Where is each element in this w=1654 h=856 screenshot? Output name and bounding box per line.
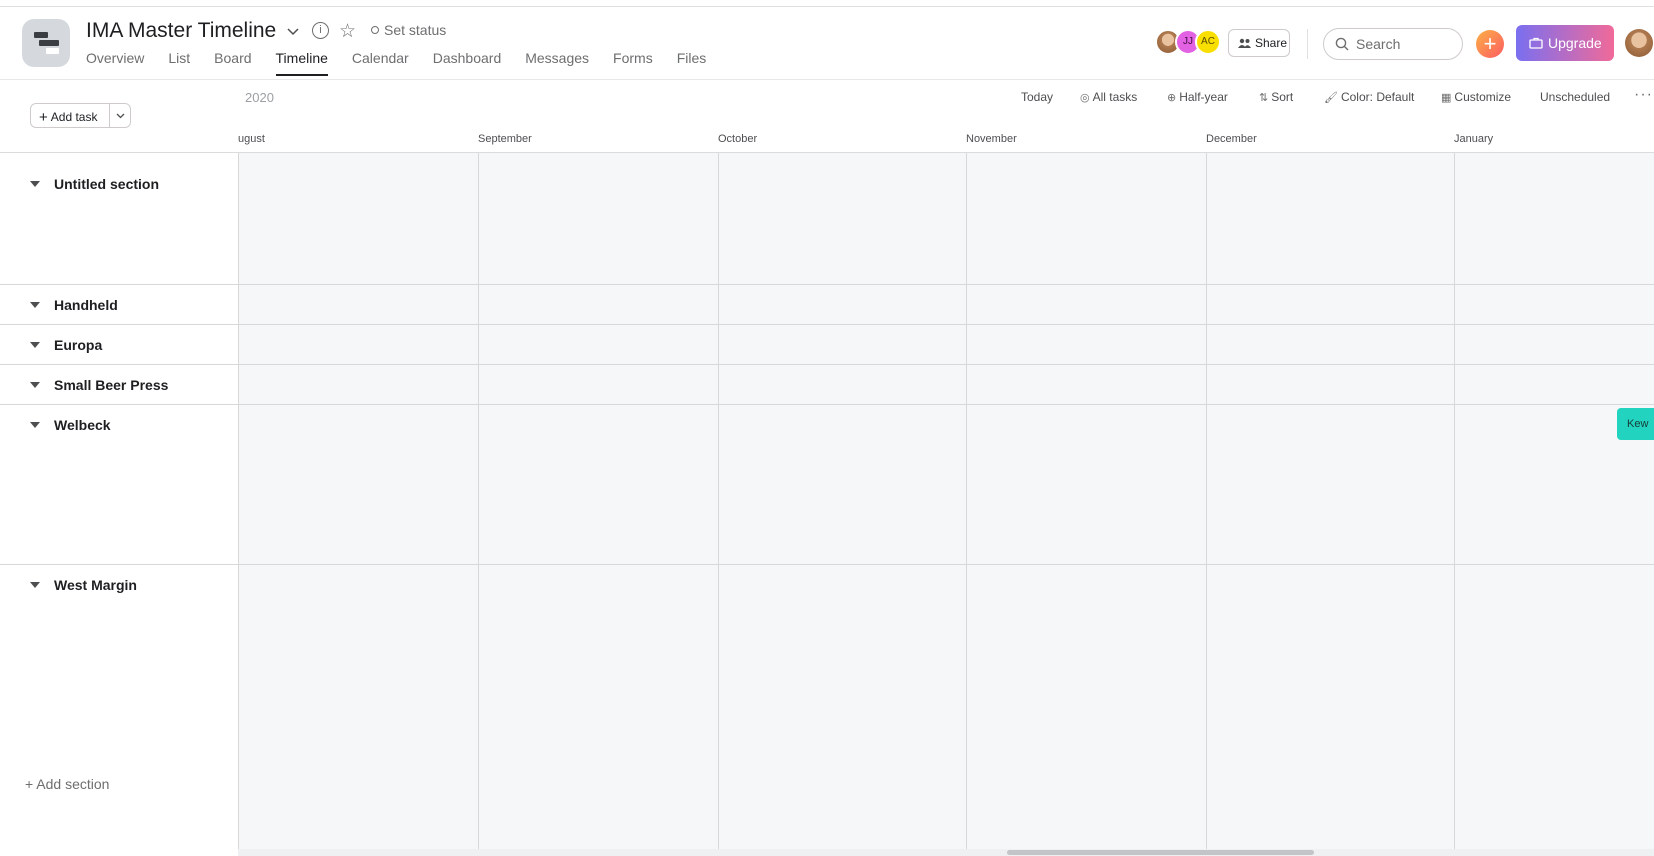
grid-icon: ▦	[1441, 92, 1452, 104]
add-task-button[interactable]: + Add task	[30, 103, 131, 128]
section-handheld[interactable]: Handheld	[54, 297, 118, 313]
month-gridline	[966, 153, 967, 851]
timeline-year: 2020	[245, 90, 274, 105]
collapse-caret-icon[interactable]	[30, 181, 40, 187]
share-label: Share	[1255, 36, 1288, 50]
sort-label: Sort	[1271, 90, 1294, 104]
section-divider	[0, 404, 1654, 405]
month-header: December	[1206, 133, 1257, 145]
section-divider	[0, 364, 1654, 365]
sort-icon: ⇅	[1259, 92, 1269, 104]
section-europa[interactable]: Europa	[54, 337, 102, 353]
user-avatar[interactable]	[1625, 29, 1653, 57]
search-input[interactable]: Search	[1323, 28, 1463, 60]
paint-icon: 🖌	[1324, 92, 1338, 104]
project-tabs: Overview List Board Timeline Calendar Da…	[86, 50, 730, 76]
more-options-icon[interactable]: ···	[1634, 86, 1653, 104]
status-circle-icon[interactable]	[371, 26, 379, 34]
collapse-caret-icon[interactable]	[30, 422, 40, 428]
upgrade-label: Upgrade	[1548, 35, 1602, 51]
check-circle-icon: ◎	[1080, 92, 1090, 104]
sort-button[interactable]: ⇅ Sort	[1259, 90, 1293, 104]
customize-button[interactable]: ▦ Customize	[1441, 90, 1511, 104]
chevron-down-icon[interactable]	[115, 110, 126, 121]
briefcase-icon	[1529, 37, 1543, 49]
info-icon[interactable]: i	[312, 22, 329, 39]
section-untitled[interactable]: Untitled section	[54, 176, 159, 192]
quick-add-button[interactable]: +	[1476, 30, 1504, 58]
unscheduled-button[interactable]: Unscheduled	[1540, 90, 1610, 104]
tab-files[interactable]: Files	[677, 50, 707, 76]
search-placeholder: Search	[1356, 36, 1401, 52]
section-divider	[0, 324, 1654, 325]
tab-timeline[interactable]: Timeline	[275, 50, 328, 76]
project-icon[interactable]	[22, 19, 70, 67]
upgrade-button[interactable]: Upgrade	[1516, 25, 1614, 61]
unscheduled-label: Unscheduled	[1540, 90, 1611, 104]
color-label: Color: Default	[1340, 90, 1415, 104]
chevron-down-icon[interactable]	[285, 23, 301, 39]
section-welbeck[interactable]: Welbeck	[54, 417, 111, 433]
month-header: January	[1454, 133, 1494, 145]
month-header: October	[718, 133, 758, 145]
divider	[1307, 29, 1308, 59]
task-bar[interactable]: Kew	[1617, 408, 1654, 440]
zoom-icon: ⊕	[1167, 92, 1177, 104]
tab-dashboard[interactable]: Dashboard	[433, 50, 502, 76]
avatar[interactable]: AC	[1195, 29, 1221, 55]
half-year-label: Half-year	[1179, 90, 1228, 104]
star-icon[interactable]: ☆	[339, 20, 356, 43]
section-divider	[0, 284, 1654, 285]
all-tasks-label: All tasks	[1092, 90, 1138, 104]
timeline-grid[interactable]	[238, 153, 1654, 851]
add-task-label: Add task	[50, 110, 98, 124]
tab-calendar[interactable]: Calendar	[352, 50, 409, 76]
horizontal-scrollbar[interactable]	[238, 849, 1654, 856]
collapse-caret-icon[interactable]	[30, 382, 40, 388]
section-west-margin[interactable]: West Margin	[54, 577, 137, 593]
zoom-half-year-button[interactable]: ⊕ Half-year	[1167, 90, 1228, 104]
month-header: ugust	[238, 133, 265, 145]
scrollbar-thumb[interactable]	[1007, 850, 1314, 855]
add-section-button[interactable]: + Add section	[25, 776, 109, 792]
tab-messages[interactable]: Messages	[525, 50, 589, 76]
share-button[interactable]: Share	[1228, 29, 1290, 57]
tab-forms[interactable]: Forms	[613, 50, 653, 76]
section-divider	[0, 564, 1654, 565]
section-small-beer-press[interactable]: Small Beer Press	[54, 377, 168, 393]
all-tasks-filter[interactable]: ◎ All tasks	[1080, 90, 1137, 104]
tab-list[interactable]: List	[168, 50, 190, 76]
month-gridline	[1206, 153, 1207, 851]
collapse-caret-icon[interactable]	[30, 302, 40, 308]
customize-label: Customize	[1454, 90, 1512, 104]
month-gridline	[478, 153, 479, 851]
search-icon	[1335, 37, 1349, 51]
plus-icon: +	[39, 109, 48, 126]
people-icon	[1238, 38, 1251, 48]
today-button[interactable]: Today	[1021, 90, 1053, 104]
month-header: September	[478, 133, 532, 145]
color-button[interactable]: 🖌 Color: Default	[1324, 90, 1414, 104]
project-title[interactable]: IMA Master Timeline	[86, 19, 276, 43]
tab-board[interactable]: Board	[214, 50, 251, 76]
today-label: Today	[1021, 90, 1054, 104]
tab-overview[interactable]: Overview	[86, 50, 144, 76]
month-header: November	[966, 133, 1017, 145]
month-gridline	[718, 153, 719, 851]
project-header: IMA Master Timeline i ☆ Set status Overv…	[0, 7, 1654, 80]
collapse-caret-icon[interactable]	[30, 342, 40, 348]
set-status-button[interactable]: Set status	[384, 22, 446, 38]
collapse-caret-icon[interactable]	[30, 582, 40, 588]
month-gridline	[1454, 153, 1455, 851]
